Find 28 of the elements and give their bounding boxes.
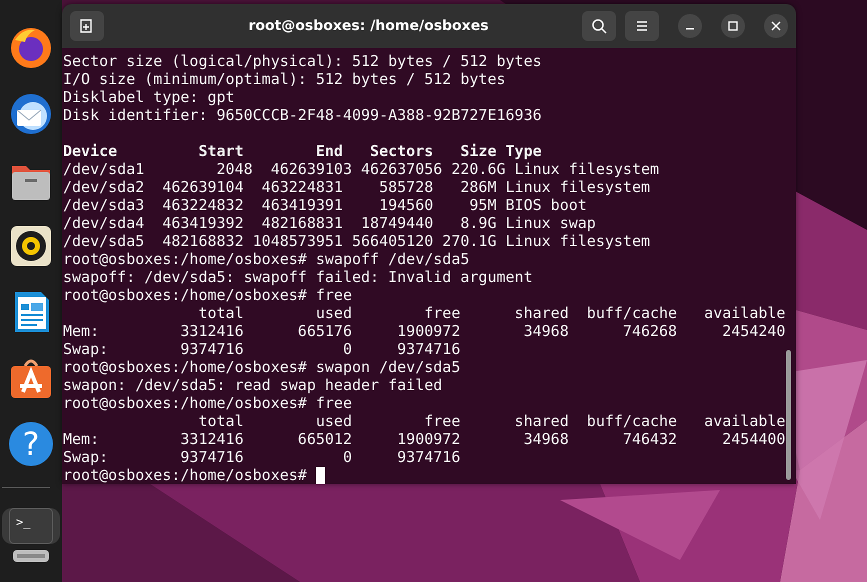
terminal-line: Swap: 9374716 0 9374716 xyxy=(63,340,460,358)
terminal-line: /dev/sda5 482168832 1048573951 566405120 270.1G Linux filesystem xyxy=(63,232,650,250)
terminal-line: Sector size (logical/physical): 512 bytes / 512 bytes xyxy=(63,52,542,70)
terminal-line: root@osboxes:/home/osboxes# free xyxy=(63,394,352,412)
terminal-line: total used free shared buff/cache available xyxy=(197,304,786,322)
terminal-line: Swap: 9374716 0 9374716 xyxy=(63,448,460,466)
terminal-line: /dev/sda4 463419392 482168831 18749440 8.9G Linux swap xyxy=(63,214,596,232)
terminal-line: /dev/sda1 2048 462639103 462637056 220.6G Linux filesystem xyxy=(63,160,660,178)
terminal-line: swapon: /dev/sda5: read swap header failed xyxy=(63,376,442,394)
terminal-line: I/O size (minimum/optimal): 512 bytes / 512 bytes xyxy=(63,70,506,88)
terminal-line: Device Start End Sectors Size Type xyxy=(63,142,542,160)
terminal-icon[interactable]: >_ xyxy=(9,508,53,544)
terminal-line: swapoff: /dev/sda5: swapoff failed: Invalid argument xyxy=(63,268,533,286)
terminal-line: total used free shared buff/cache available xyxy=(197,412,786,430)
terminal-line: Disk identifier: 9650CCCB-2F48-4099-A388-92B727E16936 xyxy=(63,106,542,124)
terminal-line: root@osboxes:/home/osboxes# xyxy=(63,466,308,484)
terminal-line: root@osboxes:/home/osboxes# swapon /dev/sda5 xyxy=(63,358,460,376)
terminal-line: Mem: 3312416 665176 1900972 34968 746268 2454240 xyxy=(63,322,786,340)
help-icon[interactable]: ? xyxy=(9,422,53,466)
dock-item[interactable]: ? xyxy=(0,422,62,466)
terminal-line: /dev/sda2 462639104 463224831 585728 286M Linux filesystem xyxy=(63,178,650,196)
terminal-line: root@osboxes:/home/osboxes# swapoff /dev/sda5 xyxy=(63,250,470,268)
terminal-line: Mem: 3312416 665012 1900972 34968 746432 2454400 xyxy=(63,430,786,448)
terminal-line: root@osboxes:/home/osboxes# free xyxy=(63,286,352,304)
window-title: root@osboxes: /home/osboxes xyxy=(247,18,490,34)
terminal-line: /dev/sda3 463224832 463419391 194560 95M BIOS boot xyxy=(63,196,587,214)
dock-item[interactable]: >_ xyxy=(2,508,60,544)
terminal-line: Disklabel type: gpt xyxy=(63,88,235,106)
